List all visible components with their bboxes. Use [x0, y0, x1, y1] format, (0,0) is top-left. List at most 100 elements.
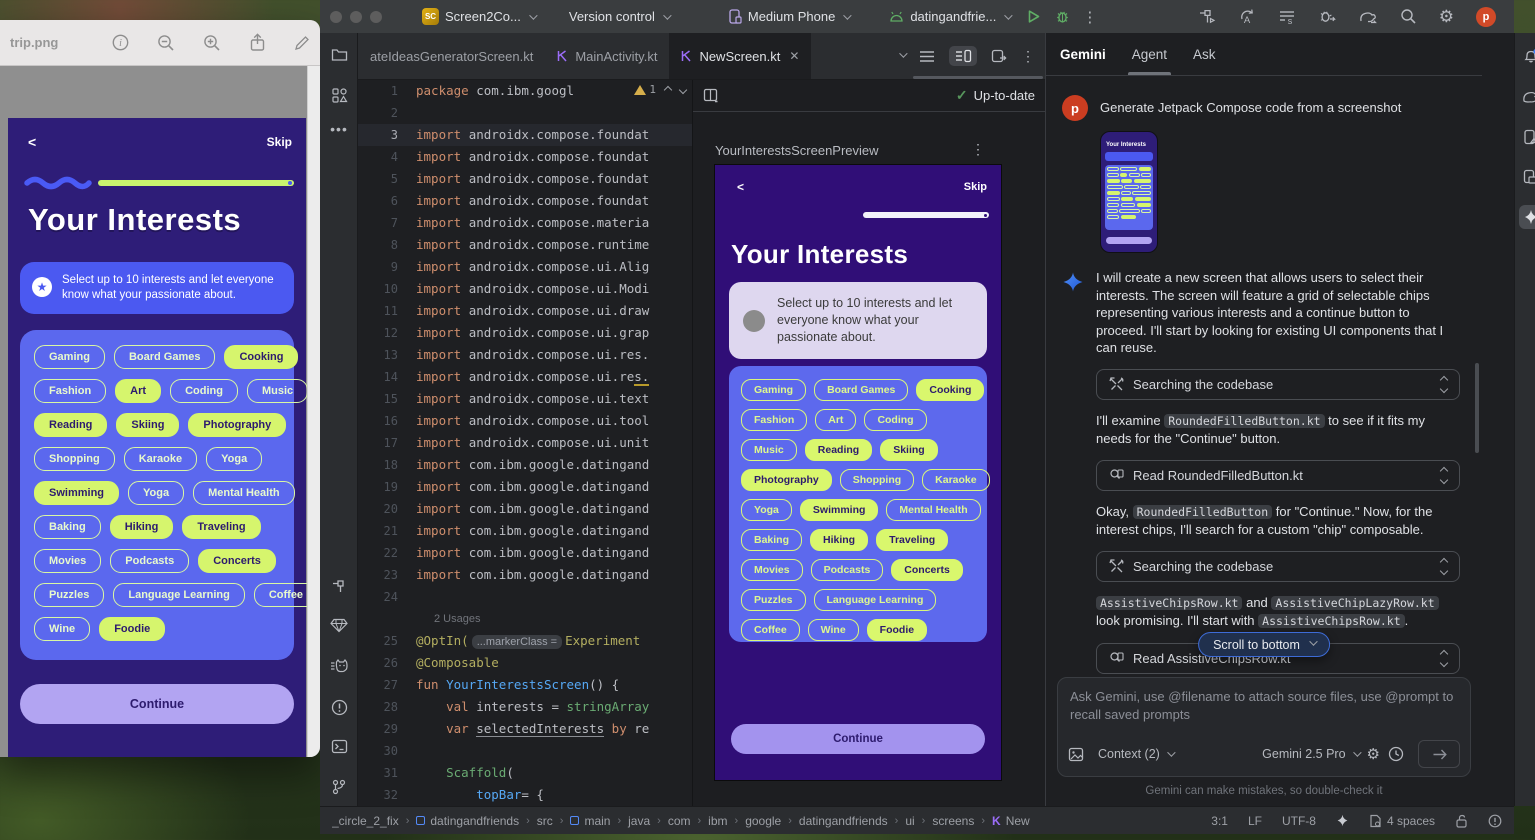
code-line-29[interactable]: 29 var selectedInterests by re	[358, 718, 692, 740]
project-tool-folder-icon[interactable]	[320, 47, 358, 62]
code-line-24[interactable]: 24	[358, 586, 692, 608]
build-run-hammer-icon[interactable]	[1198, 8, 1216, 25]
code-line-26[interactable]: 26@Composable	[358, 652, 692, 674]
code-editor[interactable]: 1package com.ibm.googl23import androidx.…	[358, 80, 692, 806]
info-icon[interactable]: i	[112, 34, 129, 51]
interest-chip-photography[interactable]: Photography	[741, 469, 832, 491]
notifications-bell-icon[interactable]	[1515, 47, 1535, 65]
code-line-3[interactable]: 3import androidx.compose.foundat	[358, 124, 692, 146]
line-ending[interactable]: LF	[1248, 814, 1262, 828]
code-line-21[interactable]: 21import com.ibm.google.datingand	[358, 520, 692, 542]
build-tool-hammer-icon[interactable]	[320, 578, 358, 594]
code-line-6[interactable]: 6import androidx.compose.foundat	[358, 190, 692, 212]
breadcrumb-item-java[interactable]: java	[628, 814, 650, 828]
interest-chip-hiking[interactable]: Hiking	[810, 529, 868, 551]
close-window-button[interactable]	[330, 11, 342, 23]
code-line-17[interactable]: 17import androidx.compose.ui.unit	[358, 432, 692, 454]
gradle-elephant-icon[interactable]	[1515, 89, 1535, 104]
breadcrumb-item-datingandfriends[interactable]: datingandfriends	[416, 814, 519, 828]
attached-screenshot-thumbnail[interactable]: Your Interests	[1100, 131, 1158, 253]
search-everywhere-icon[interactable]	[1400, 8, 1417, 25]
project-widget[interactable]: SC Screen2Co...	[422, 8, 535, 25]
run-button[interactable]	[1026, 9, 1041, 24]
interest-chip-podcasts[interactable]: Podcasts	[110, 549, 189, 573]
tab-options-kebab-icon[interactable]: ⋮	[1021, 48, 1035, 65]
interest-chip-hiking[interactable]: Hiking	[110, 515, 174, 539]
gemini-tab-ask[interactable]: Ask	[1193, 33, 1216, 75]
indent-widget[interactable]: 4 spaces	[1369, 814, 1435, 828]
code-line-8[interactable]: 8import androidx.compose.runtime	[358, 234, 692, 256]
interest-chip-music[interactable]: Music	[741, 439, 797, 461]
app-quality-insights-gem-icon[interactable]	[320, 618, 358, 633]
settings-gear-icon[interactable]: ⚙	[1439, 7, 1454, 27]
interest-chip-art[interactable]: Art	[115, 379, 161, 403]
code-line-14[interactable]: 14import androidx.compose.ui.res.	[358, 366, 692, 388]
inspection-status-icon[interactable]	[1488, 814, 1502, 828]
gemini-sparkle-icon[interactable]	[1519, 205, 1535, 229]
zoom-in-icon[interactable]	[203, 34, 221, 52]
editor-inspection-widget[interactable]: 1	[634, 83, 686, 96]
maximize-window-button[interactable]	[370, 11, 382, 23]
code-line-22[interactable]: 22import com.ibm.google.datingand	[358, 542, 692, 564]
breadcrumb-item-ibm[interactable]: ibm	[708, 814, 727, 828]
close-tab-icon[interactable]: ✕	[789, 49, 799, 63]
breadcrumb-item-com[interactable]: com	[668, 814, 691, 828]
interest-chip-cooking[interactable]: Cooking	[916, 379, 984, 401]
device-selector[interactable]: Medium Phone	[729, 9, 849, 24]
interest-chip-photography[interactable]: Photography	[188, 413, 286, 437]
code-line-16[interactable]: 16import androidx.compose.ui.tool	[358, 410, 692, 432]
encoding[interactable]: UTF-8	[1282, 814, 1316, 828]
attach-image-icon[interactable]	[1068, 747, 1084, 762]
code-line-7[interactable]: 7import androidx.compose.materia	[358, 212, 692, 234]
interest-chip-fashion[interactable]: Fashion	[34, 379, 106, 403]
gradle-sync-elephant-icon[interactable]	[1358, 9, 1378, 25]
interest-chip-traveling[interactable]: Traveling	[182, 515, 260, 539]
expand-collapse-chevrons-icon[interactable]	[1441, 377, 1447, 392]
breadcrumb-item-datingandfriends[interactable]: datingandfriends	[799, 814, 888, 828]
next-issue-chevron-icon[interactable]	[679, 85, 687, 93]
code-line-13[interactable]: 13import androidx.compose.ui.res.	[358, 344, 692, 366]
interest-chip-traveling[interactable]: Traveling	[876, 529, 948, 551]
rerun-a-icon[interactable]: A	[1238, 8, 1256, 25]
code-line-27[interactable]: 27fun YourInterestsScreen() {	[358, 674, 692, 696]
code-line-15[interactable]: 15import androidx.compose.ui.text	[358, 388, 692, 410]
interest-chip-coffee[interactable]: Coffee	[741, 619, 800, 641]
interest-chip-mental-health[interactable]: Mental Health	[193, 481, 295, 505]
preview-scrollbar[interactable]	[307, 66, 320, 757]
debug-button[interactable]	[1055, 9, 1070, 24]
code-line-31[interactable]: 31 Scaffold(	[358, 762, 692, 784]
interest-chip-concerts[interactable]: Concerts	[198, 549, 276, 573]
layout-grid-icon[interactable]	[703, 88, 719, 103]
code-line-32[interactable]: 32 topBar= {	[358, 784, 692, 806]
interest-chip-music[interactable]: Music	[247, 379, 308, 403]
terminal-icon[interactable]	[320, 739, 358, 754]
interest-chip-puzzles[interactable]: Puzzles	[34, 583, 104, 607]
vcs-widget[interactable]: Version control	[569, 9, 669, 24]
attach-debugger-icon[interactable]	[1318, 8, 1336, 25]
user-avatar[interactable]: p	[1476, 7, 1496, 27]
more-tool-windows-icon[interactable]: •••	[320, 121, 358, 137]
interest-chip-karaoke[interactable]: Karaoke	[124, 447, 197, 471]
edit-pencil-icon[interactable]	[294, 35, 310, 51]
more-actions-kebab-icon[interactable]: ⋮	[1082, 8, 1097, 26]
compose-preview-name[interactable]: YourInterestsScreenPreview	[715, 143, 879, 158]
device-manager-icon[interactable]	[1515, 169, 1535, 185]
editor-tab-mainactivity.kt[interactable]: MainActivity.kt	[545, 33, 669, 79]
interest-chip-yoga[interactable]: Yoga	[741, 499, 792, 521]
editor-tab-ateideasgeneratorscreen.kt[interactable]: ateIdeasGeneratorScreen.kt	[358, 33, 545, 79]
code-line-28[interactable]: 28 val interests = stringArray	[358, 696, 692, 718]
interest-chip-language-learning[interactable]: Language Learning	[814, 589, 937, 611]
code-line-9[interactable]: 9import androidx.compose.ui.Alig	[358, 256, 692, 278]
code-line-10[interactable]: 10import androidx.compose.ui.Modi	[358, 278, 692, 300]
interest-chip-foodie[interactable]: Foodie	[867, 619, 927, 641]
breadcrumb-item-google[interactable]: google	[745, 814, 781, 828]
running-devices-icon[interactable]	[1515, 129, 1535, 145]
interest-chip-fashion[interactable]: Fashion	[741, 409, 807, 431]
version-control-branch-icon[interactable]	[320, 779, 358, 795]
split-editor-preview-icon[interactable]	[949, 46, 977, 66]
code-line-5[interactable]: 5import androidx.compose.foundat	[358, 168, 692, 190]
gemini-tab-agent[interactable]: Agent	[1132, 33, 1167, 75]
run-config-selector[interactable]: datingandfrie...	[889, 9, 1010, 24]
interest-chip-karaoke[interactable]: Karaoke	[922, 469, 989, 491]
interest-chip-swimming[interactable]: Swimming	[800, 499, 879, 521]
